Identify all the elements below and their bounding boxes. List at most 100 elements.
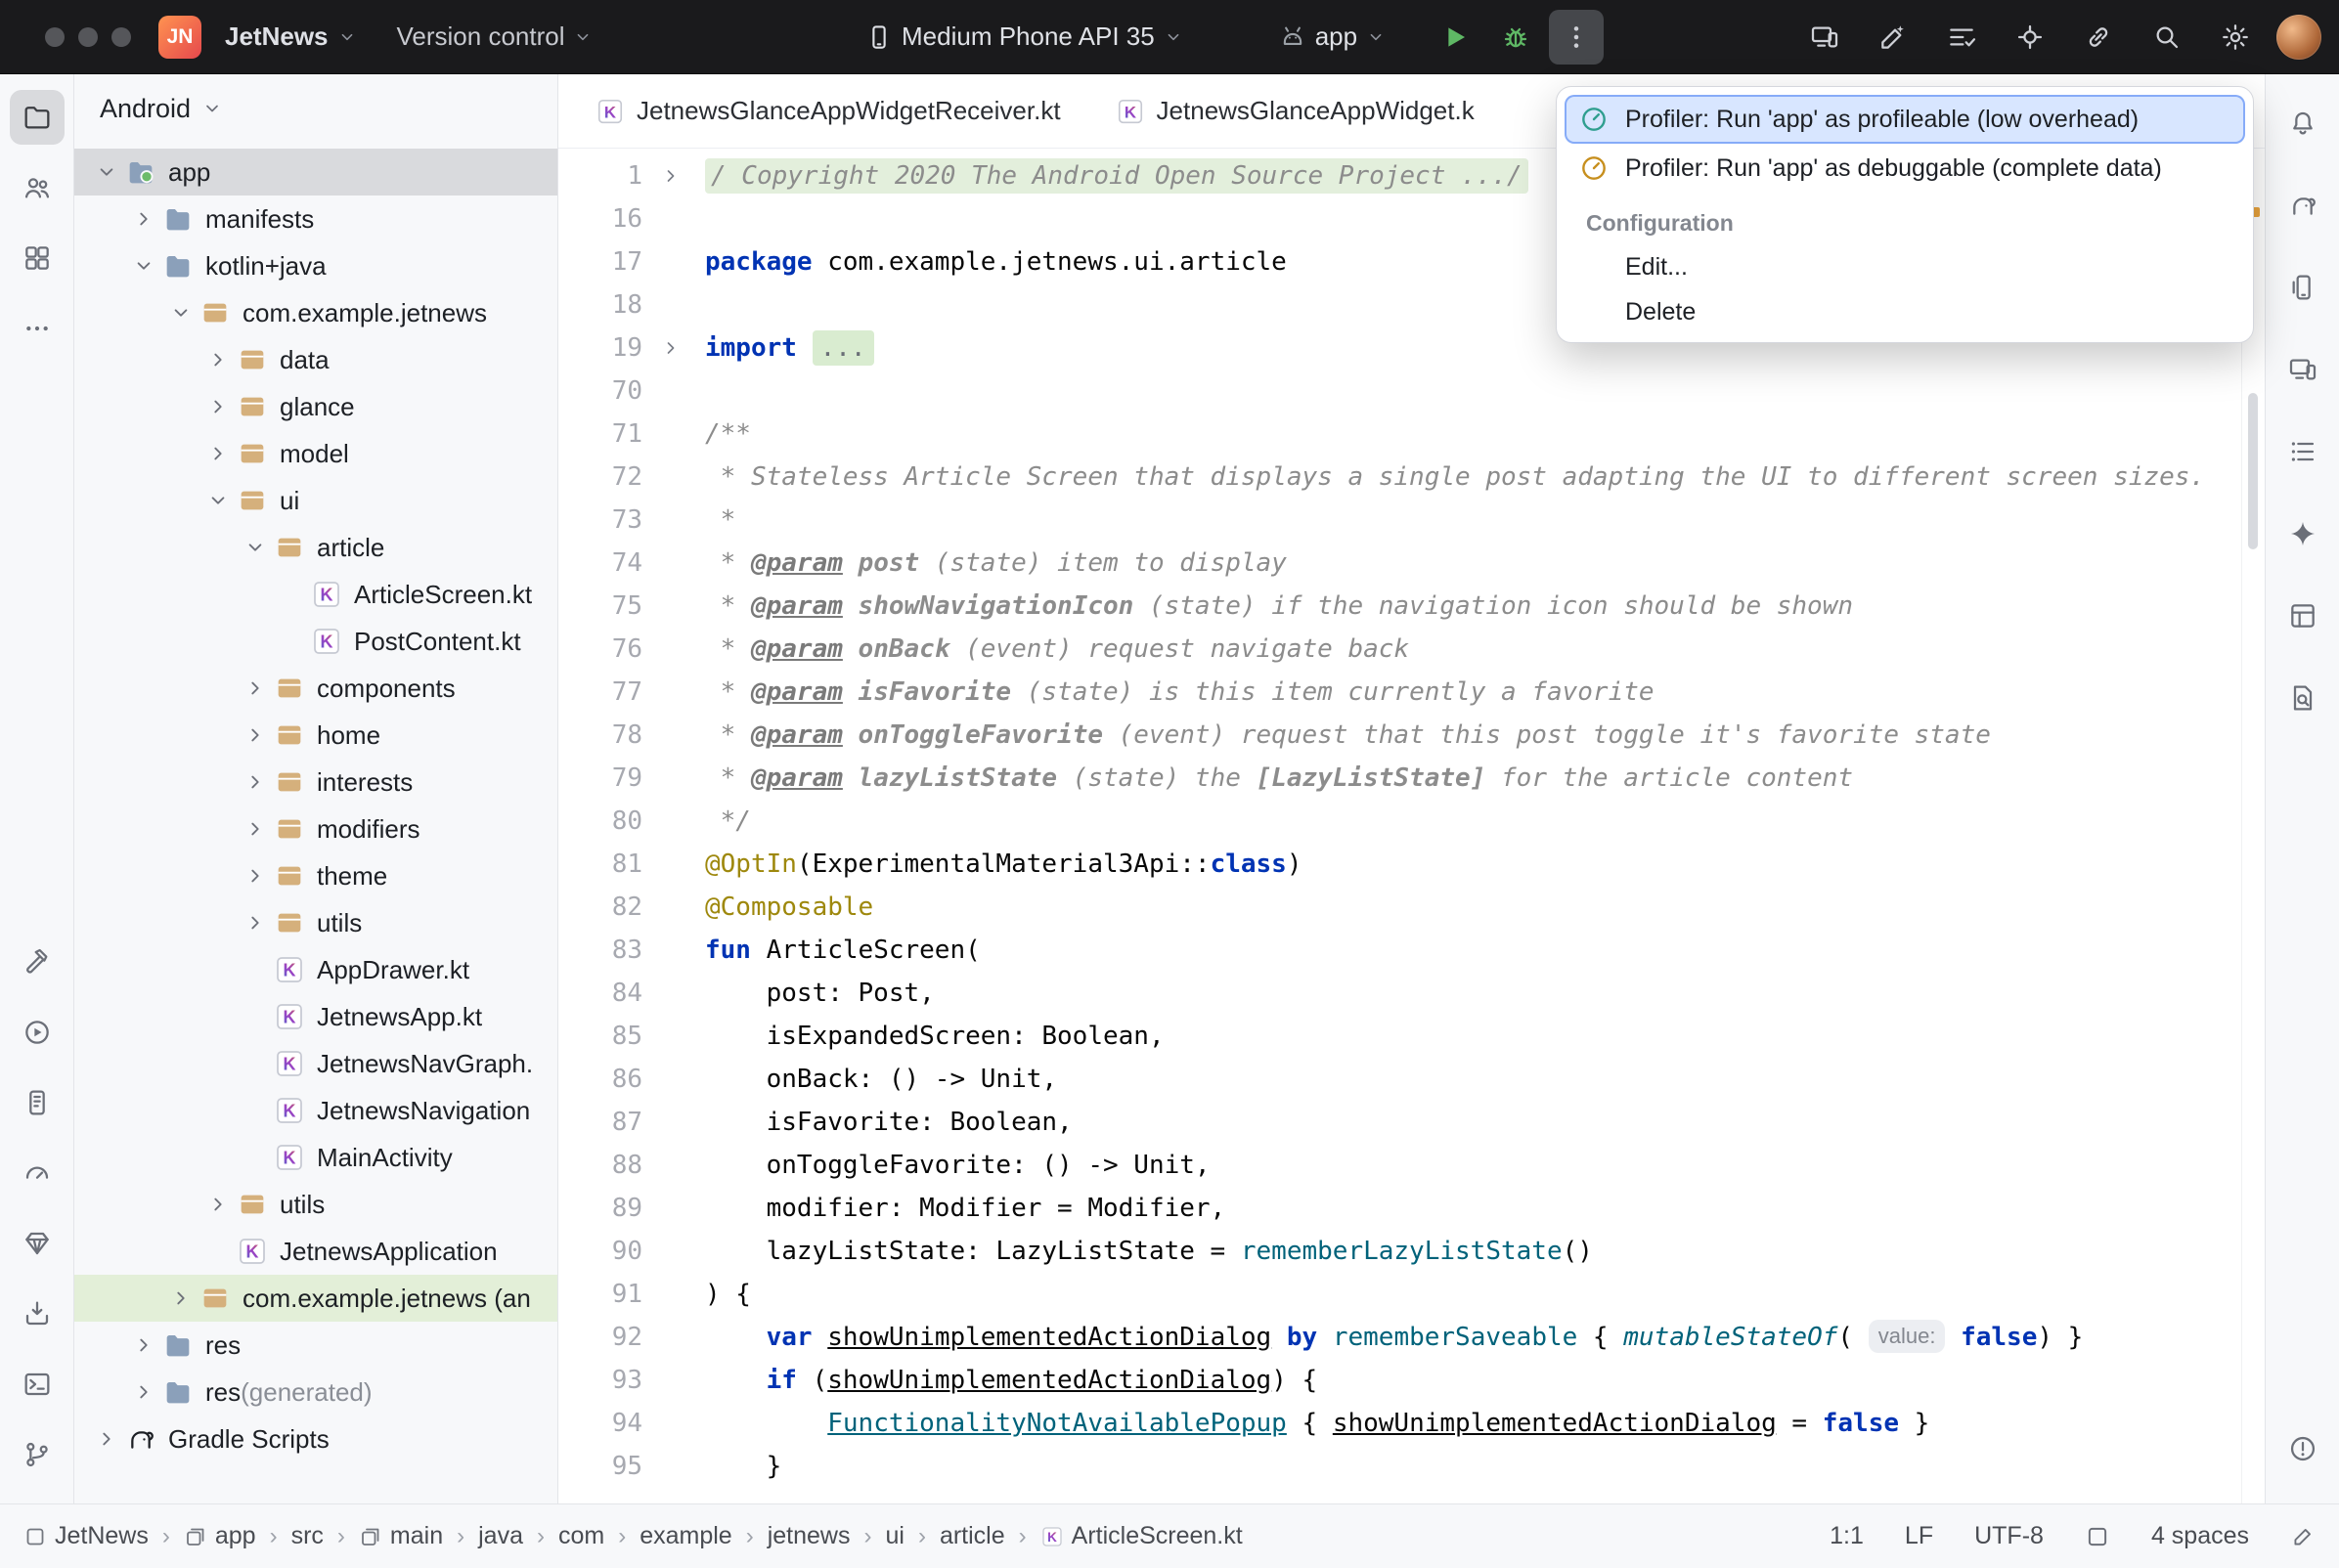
line-number[interactable]: 89 bbox=[558, 1187, 642, 1230]
line-number[interactable]: 72 bbox=[558, 456, 642, 499]
structure-button[interactable] bbox=[2275, 424, 2330, 479]
build-button[interactable] bbox=[10, 935, 65, 989]
line-number[interactable]: 93 bbox=[558, 1359, 642, 1402]
breadcrumb-item-ui[interactable]: ui bbox=[885, 1522, 904, 1550]
tree-item-modifiers[interactable]: modifiers bbox=[74, 806, 557, 852]
tree-item-res[interactable]: res bbox=[74, 1322, 557, 1369]
chevron-right-icon[interactable] bbox=[237, 763, 274, 801]
chevron-right-icon[interactable] bbox=[88, 1420, 125, 1458]
line-number[interactable]: 79 bbox=[558, 757, 642, 800]
popup-action-delete[interactable]: Delete bbox=[1565, 289, 2245, 334]
running-devices-button[interactable] bbox=[1797, 10, 1852, 65]
line-number[interactable]: 75 bbox=[558, 585, 642, 628]
tree-item-glance[interactable]: glance bbox=[74, 383, 557, 430]
line-number[interactable]: 92 bbox=[558, 1316, 642, 1359]
tree-item-gradle-scripts[interactable]: Gradle Scripts bbox=[74, 1416, 557, 1462]
gemini-button[interactable] bbox=[2275, 506, 2330, 561]
profiler-button[interactable] bbox=[10, 1146, 65, 1200]
line-number[interactable]: 86 bbox=[558, 1058, 642, 1101]
line-number[interactable]: 71 bbox=[558, 413, 642, 456]
device-selector[interactable]: Medium Phone API 35 bbox=[853, 12, 1196, 62]
chevron-down-icon[interactable] bbox=[199, 482, 237, 519]
notifications-button[interactable] bbox=[2275, 96, 2330, 151]
tree-item-interests[interactable]: interests bbox=[74, 759, 557, 806]
tree-item-mainactivity[interactable]: KMainActivity bbox=[74, 1134, 557, 1181]
breadcrumb-item-article[interactable]: article bbox=[940, 1522, 1005, 1550]
tree-item-home[interactable]: home bbox=[74, 712, 557, 759]
line-number[interactable]: 94 bbox=[558, 1402, 642, 1445]
chevron-right-icon[interactable] bbox=[199, 341, 237, 378]
chevron-right-icon[interactable] bbox=[237, 810, 274, 848]
tree-item-jetnewsnavigation[interactable]: KJetnewsNavigation bbox=[74, 1087, 557, 1134]
line-number[interactable]: 95 bbox=[558, 1445, 642, 1488]
tree-item-model[interactable]: model bbox=[74, 430, 557, 477]
more-run-options-button[interactable] bbox=[1549, 10, 1604, 65]
popup-item-profiler-run-app-as-debuggable-complete-[interactable]: Profiler: Run 'app' as debuggable (compl… bbox=[1565, 144, 2245, 193]
breadcrumb-item-com[interactable]: com bbox=[558, 1522, 604, 1550]
device-manager-button[interactable] bbox=[2275, 260, 2330, 315]
minimize-window-button[interactable] bbox=[78, 27, 98, 47]
tree-item-components[interactable]: components bbox=[74, 665, 557, 712]
reader-mode-button[interactable] bbox=[2085, 1524, 2110, 1549]
tree-item-jetnewsnavgraph[interactable]: KJetnewsNavGraph. bbox=[74, 1040, 557, 1087]
tree-item-com-example-jetnews-an[interactable]: com.example.jetnews (an bbox=[74, 1275, 557, 1322]
popup-item-profiler-run-app-as-profileable-low-over[interactable]: Profiler: Run 'app' as profileable (low … bbox=[1565, 95, 2245, 144]
breadcrumb-item-articlescreen-kt[interactable]: KArticleScreen.kt bbox=[1040, 1522, 1243, 1550]
breadcrumb-item-main[interactable]: main bbox=[359, 1522, 443, 1550]
more-button[interactable] bbox=[10, 301, 65, 356]
zoom-window-button[interactable] bbox=[111, 27, 131, 47]
app-inspection-button[interactable] bbox=[2003, 10, 2057, 65]
line-number[interactable]: 91 bbox=[558, 1273, 642, 1316]
code-editor[interactable]: 1/ Copyright 2020 The Android Open Sourc… bbox=[558, 149, 2265, 1503]
line-number[interactable]: 81 bbox=[558, 843, 642, 886]
line-number[interactable]: 78 bbox=[558, 714, 642, 757]
line-number[interactable]: 19 bbox=[558, 327, 642, 370]
app-insights-button[interactable] bbox=[10, 1216, 65, 1271]
ai-assist-button[interactable] bbox=[1866, 10, 1920, 65]
terminal-button[interactable] bbox=[10, 1357, 65, 1412]
tree-item-utils[interactable]: utils bbox=[74, 899, 557, 946]
project-view-selector[interactable]: Android bbox=[74, 74, 557, 143]
line-number[interactable]: 80 bbox=[558, 800, 642, 843]
tree-item-jetnewsapplication[interactable]: KJetnewsApplication bbox=[74, 1228, 557, 1275]
chevron-right-icon[interactable] bbox=[125, 1373, 162, 1411]
device-explorer-button[interactable] bbox=[10, 1286, 65, 1341]
caret-position-widget[interactable]: 1:1 bbox=[1830, 1522, 1864, 1550]
tree-item-kotlin-java[interactable]: kotlin+java bbox=[74, 242, 557, 289]
line-number[interactable]: 85 bbox=[558, 1015, 642, 1058]
tree-item-postcontent-kt[interactable]: KPostContent.kt bbox=[74, 618, 557, 665]
chevron-down-icon[interactable] bbox=[125, 247, 162, 284]
chevron-right-icon[interactable] bbox=[125, 200, 162, 238]
line-number[interactable]: 70 bbox=[558, 370, 642, 413]
line-number[interactable]: 76 bbox=[558, 628, 642, 671]
scrollbar-thumb[interactable] bbox=[2248, 393, 2258, 549]
line-number[interactable]: 88 bbox=[558, 1144, 642, 1187]
line-number[interactable]: 74 bbox=[558, 542, 642, 585]
debug-button[interactable] bbox=[1488, 10, 1543, 65]
search-button[interactable] bbox=[2140, 10, 2194, 65]
chevron-right-icon[interactable] bbox=[237, 904, 274, 941]
tree-item-app[interactable]: app bbox=[74, 149, 557, 196]
chevron-right-icon[interactable] bbox=[162, 1280, 199, 1317]
chevron-down-icon[interactable] bbox=[237, 529, 274, 566]
tree-item-res[interactable]: res (generated) bbox=[74, 1369, 557, 1416]
chevron-right-icon[interactable] bbox=[199, 435, 237, 472]
tree-item-jetnewsapp-kt[interactable]: KJetnewsApp.kt bbox=[74, 993, 557, 1040]
line-number[interactable]: 77 bbox=[558, 671, 642, 714]
todo-list-button[interactable] bbox=[1934, 10, 1989, 65]
tree-item-ui[interactable]: ui bbox=[74, 477, 557, 524]
line-number[interactable]: 16 bbox=[558, 197, 642, 240]
line-number[interactable]: 82 bbox=[558, 886, 642, 929]
line-number[interactable]: 1 bbox=[558, 154, 642, 197]
editor-scrollbar[interactable] bbox=[2241, 149, 2265, 1503]
logcat-button[interactable] bbox=[10, 1075, 65, 1130]
commit-button[interactable] bbox=[10, 160, 65, 215]
sync-project-button[interactable] bbox=[2071, 10, 2126, 65]
indent-widget[interactable]: 4 spaces bbox=[2151, 1522, 2249, 1550]
project-switcher[interactable]: JetNews bbox=[213, 12, 370, 62]
tree-item-manifests[interactable]: manifests bbox=[74, 196, 557, 242]
breadcrumb-item-app[interactable]: app bbox=[184, 1522, 256, 1550]
chevron-down-icon[interactable] bbox=[88, 153, 125, 191]
breadcrumb-item-jetnews[interactable]: jetnews bbox=[768, 1522, 851, 1550]
tree-item-data[interactable]: data bbox=[74, 336, 557, 383]
